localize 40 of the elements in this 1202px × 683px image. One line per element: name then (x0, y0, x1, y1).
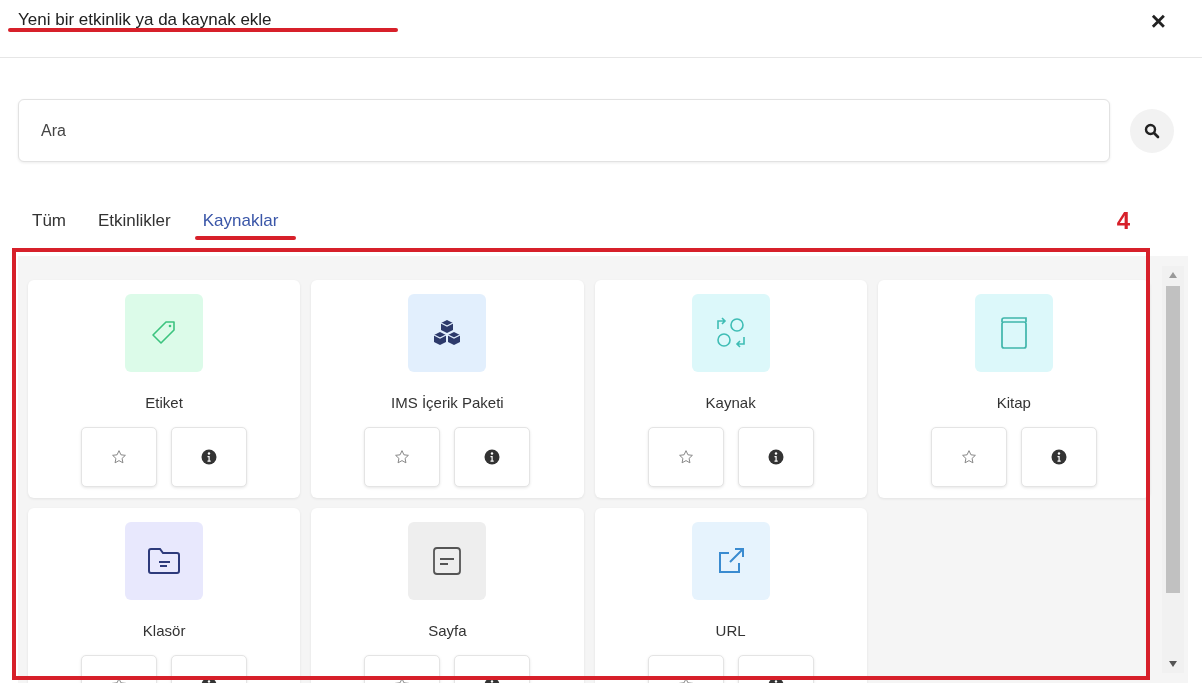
resource-card[interactable]: Klasör (28, 508, 301, 683)
folder-icon (146, 546, 183, 576)
resource-card[interactable]: Etiket (28, 280, 301, 498)
info-icon (767, 449, 784, 465)
book-icon (998, 316, 1029, 350)
annotation-number: 4 (1116, 207, 1130, 235)
search-icon (1144, 122, 1160, 139)
resource-name: URL (715, 622, 746, 639)
page-icon (431, 545, 464, 577)
info-button[interactable] (737, 427, 814, 487)
resource-name: Sayfa (428, 622, 467, 639)
dialog-title: Yeni bir etkinlik ya da kaynak ekle (18, 9, 272, 30)
resource-name: Kaynak (705, 394, 756, 411)
info-button[interactable] (1020, 427, 1097, 487)
resource-card[interactable]: URL (594, 508, 867, 683)
resource-card[interactable]: Sayfa (311, 508, 584, 683)
tab[interactable]: Etkinlikler (86, 211, 179, 231)
info-icon (484, 449, 501, 465)
star-icon (394, 449, 411, 465)
info-button[interactable] (454, 427, 531, 487)
star-icon (960, 449, 977, 465)
resource-card[interactable]: IMS İçerik Paketi (311, 280, 584, 498)
star-icon (111, 449, 128, 465)
tab[interactable]: Tüm (22, 211, 74, 231)
resource-name: IMS İçerik Paketi (391, 394, 504, 411)
resource-name: Klasör (142, 622, 186, 639)
scroll-down-icon (1169, 661, 1177, 667)
resource-name: Kitap (996, 394, 1031, 411)
close-button[interactable]: × (1144, 8, 1172, 34)
tab[interactable]: Kaynaklar (190, 211, 287, 231)
info-button[interactable] (171, 427, 248, 487)
search-button[interactable] (1130, 108, 1174, 153)
star-icon (677, 449, 694, 465)
search-field[interactable]: Ara (18, 99, 1110, 162)
resource-name: Etiket (145, 394, 183, 411)
scroll-up-icon (1169, 272, 1177, 278)
info-icon (201, 449, 218, 465)
info-icon (1050, 449, 1067, 465)
scrollbar[interactable] (1162, 266, 1184, 673)
resource-card[interactable]: Kaynak (594, 280, 867, 498)
